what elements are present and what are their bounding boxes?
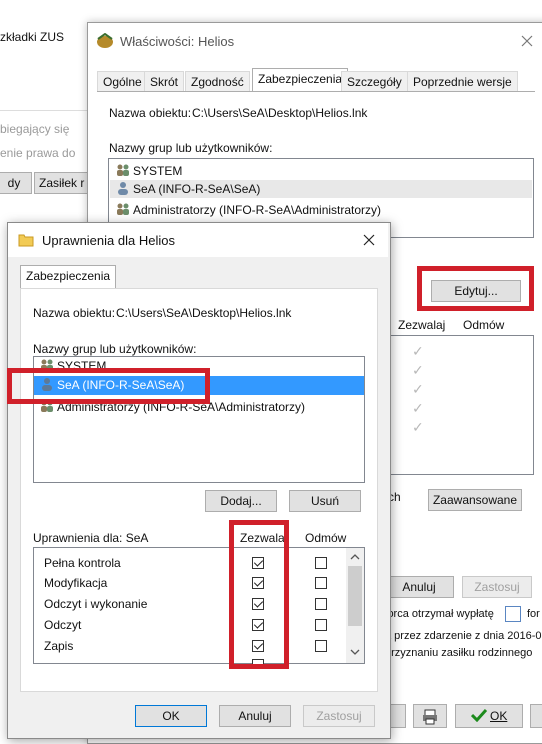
deny-read-checkbox[interactable]	[315, 619, 327, 631]
back-text-fragment: przyznaniu zasiłku rodzinnego	[385, 647, 533, 659]
back-tab-fragment[interactable]: zkładki ZUS	[0, 30, 64, 44]
perm-add-button[interactable]: Dodaj...	[205, 490, 277, 512]
permissions-titlebar[interactable]: Uprawnienia dla Helios	[8, 223, 388, 257]
perm-remove-button[interactable]: Usuń	[289, 490, 361, 512]
list-item[interactable]: Administratorzy (INFO-R-SeA\Administrato…	[116, 202, 381, 217]
permission-read: Odczyt	[44, 618, 82, 632]
group-icon	[117, 203, 129, 215]
back-text-fragment: a przez zdarzenie z dnia 2016-03	[385, 630, 542, 642]
scrollbar-thumb[interactable]	[348, 566, 362, 626]
back-zasilek-button[interactable]: Zasiłek r	[34, 172, 94, 194]
check-icon: ✓	[412, 381, 424, 397]
props-cancel-button[interactable]: Anuluj	[384, 576, 454, 598]
perm-ok-button[interactable]: OK	[135, 705, 207, 727]
props-permissions-list	[383, 335, 534, 475]
props-allow-header: Zezwalaj	[398, 318, 446, 332]
back-checkbox[interactable]	[505, 606, 521, 622]
back-text-fragment: biegający się	[0, 122, 70, 136]
props-object-name-label: Nazwa obiektu:	[109, 106, 192, 120]
props-object-path: C:\Users\SeA\Desktop\Helios.lnk	[192, 106, 368, 120]
properties-title: Właściwości: Helios	[120, 34, 235, 49]
tab-previous-versions[interactable]: Poprzednie wersje	[407, 71, 518, 91]
back-toolbar-button[interactable]	[530, 704, 542, 728]
perm-cancel-button[interactable]: Anuluj	[219, 705, 291, 727]
check-icon: ✓	[412, 362, 424, 378]
tab-shortcut[interactable]: Skrót	[144, 71, 185, 91]
check-icon: ✓	[412, 400, 424, 416]
perm-list-scrollbar[interactable]	[346, 548, 364, 663]
user-icon	[118, 182, 128, 195]
deny-modify-checkbox[interactable]	[315, 577, 327, 589]
permission-write: Zapis	[44, 639, 74, 653]
folder-icon	[18, 234, 34, 247]
helios-app-icon	[97, 33, 113, 48]
perm-permissions-for-label: Uprawnienia dla: SeA	[33, 531, 149, 545]
close-icon[interactable]	[363, 234, 375, 246]
perm-object-path: C:\Users\SeA\Desktop\Helios.lnk	[116, 306, 292, 320]
back-text-fragment: for	[527, 608, 540, 620]
perm-groups-label: Nazwy grup lub użytkowników:	[33, 342, 197, 356]
list-item[interactable]: SeA (INFO-R-SeA\SeA)	[110, 180, 532, 198]
perm-object-name-label: Nazwa obiektu:	[33, 306, 116, 320]
tab-details[interactable]: Szczegóły	[341, 71, 408, 91]
chevron-down-icon[interactable]	[350, 649, 360, 655]
chevron-up-icon[interactable]	[350, 554, 360, 560]
deny-full-control-checkbox[interactable]	[315, 557, 327, 569]
permission-modify: Modyfikacja	[44, 576, 108, 590]
permissions-title: Uprawnienia dla Helios	[42, 233, 175, 248]
group-icon	[117, 164, 129, 176]
properties-tab-strip: Ogólne Skrót Zgodność Zabezpieczenia Szc…	[97, 68, 537, 91]
back-button-fragment[interactable]: dy	[0, 172, 32, 194]
back-divider	[0, 110, 90, 111]
red-highlight-user	[7, 368, 210, 404]
close-icon[interactable]	[521, 35, 533, 47]
props-apply-button[interactable]: Zastosuj	[462, 576, 532, 598]
tab-security[interactable]: Zabezpieczenia	[252, 68, 349, 91]
properties-titlebar[interactable]: Właściwości: Helios	[88, 23, 542, 59]
tab-general[interactable]: Ogólne	[97, 71, 148, 91]
deny-write-checkbox[interactable]	[315, 640, 327, 652]
check-icon: ✓	[412, 419, 424, 435]
props-deny-header: Odmów	[463, 318, 505, 332]
back-text-fragment: iorca otrzymał wypłatę	[385, 608, 494, 620]
perm-tab-strip: Zabezpieczenia	[20, 265, 380, 288]
red-highlight-allow-column	[229, 520, 289, 669]
permission-full-control: Pełna kontrola	[44, 556, 121, 570]
check-icon	[470, 708, 487, 723]
deny-read-execute-checkbox[interactable]	[315, 598, 327, 610]
props-advanced-button[interactable]: Zaawansowane	[428, 489, 522, 511]
perm-apply-button[interactable]: Zastosuj	[303, 705, 375, 727]
perm-deny-header: Odmów	[305, 531, 347, 545]
back-ok-button[interactable]: OK	[455, 704, 523, 728]
back-text-fragment: enie prawa do	[0, 146, 76, 160]
printer-icon	[423, 709, 437, 725]
list-item[interactable]: SYSTEM	[116, 163, 182, 178]
props-groups-label: Nazwy grup lub użytkowników:	[109, 141, 273, 155]
tab-compatibility[interactable]: Zgodność	[185, 71, 250, 91]
permission-read-execute: Odczyt i wykonanie	[44, 597, 148, 611]
tab-security[interactable]: Zabezpieczenia	[20, 265, 117, 288]
red-highlight-edit	[417, 266, 534, 311]
check-icon: ✓	[412, 343, 424, 359]
back-print-button[interactable]	[413, 704, 447, 728]
